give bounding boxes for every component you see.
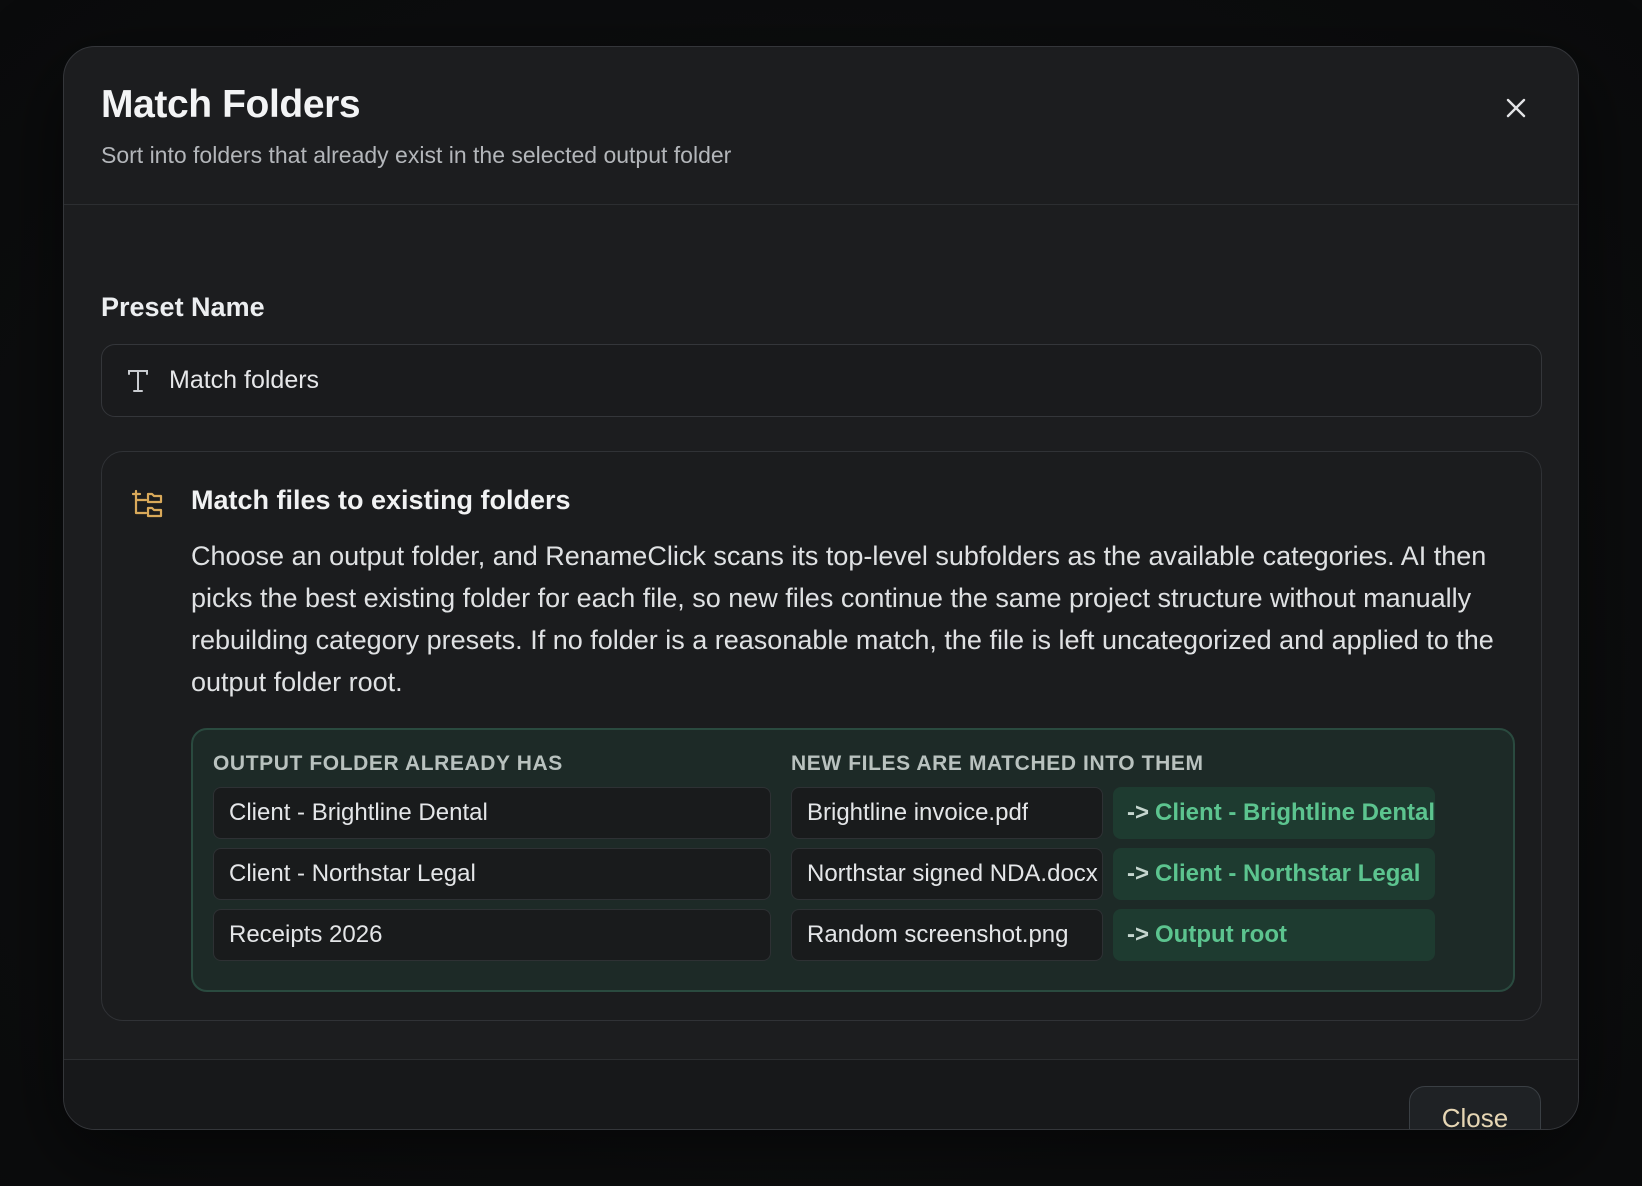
match-info-card: Match files to existing folders Choose a…: [101, 451, 1542, 1021]
card-title: Match files to existing folders: [191, 485, 571, 515]
close-button[interactable]: Close: [1409, 1086, 1541, 1129]
new-file-name: Random screenshot.png: [807, 921, 1069, 948]
matched-files-header: NEW FILES ARE MATCHED INTO THEM: [791, 752, 1204, 775]
dialog-header: Match Folders Sort into folders that alr…: [64, 47, 1578, 205]
existing-folder-item: Receipts 2026: [213, 909, 771, 961]
example-mapping: OUTPUT FOLDER ALREADY HAS NEW FILES ARE …: [191, 728, 1515, 992]
arrow-label: ->: [1127, 921, 1150, 948]
existing-folder-item: Client - Brightline Dental: [213, 787, 771, 839]
dialog-footer: Close: [64, 1059, 1578, 1129]
card-description: Choose an output folder, and RenameClick…: [191, 541, 1494, 697]
existing-folder-item: Client - Northstar Legal: [213, 848, 771, 900]
close-icon[interactable]: [1499, 91, 1533, 125]
arrow-label: ->: [1127, 860, 1150, 887]
match-target: -> Client - Northstar Legal: [1113, 848, 1435, 900]
match-target-name: Output root: [1155, 921, 1287, 948]
new-file-name: Brightline invoice.pdf: [807, 799, 1029, 826]
new-file-item: Random screenshot.png: [791, 909, 1103, 961]
match-target: -> Client - Brightline Dental: [1113, 787, 1435, 839]
match-target-name: Client - Brightline Dental: [1155, 799, 1435, 826]
dialog-body: Preset Name Match folders Match files to…: [64, 204, 1578, 1059]
new-file-name: Northstar signed NDA.docx: [807, 860, 1098, 887]
preset-name-label: Preset Name: [101, 292, 265, 322]
new-file-item: Brightline invoice.pdf: [791, 787, 1103, 839]
existing-folders-header: OUTPUT FOLDER ALREADY HAS: [213, 752, 563, 775]
match-target-name: Client - Northstar Legal: [1155, 860, 1421, 887]
arrow-label: ->: [1127, 799, 1150, 826]
new-file-item: Northstar signed NDA.docx: [791, 848, 1103, 900]
match-folders-dialog: Match Folders Sort into folders that alr…: [63, 46, 1579, 1130]
preset-name-field[interactable]: [101, 344, 1542, 417]
folder-tree-icon: [131, 488, 164, 520]
dialog-title: Match Folders: [101, 83, 361, 126]
preset-name-input[interactable]: [167, 365, 1541, 396]
dialog-subtitle: Sort into folders that already exist in …: [101, 142, 732, 168]
text-type-icon: [124, 367, 152, 395]
match-target: -> Output root: [1113, 909, 1435, 961]
